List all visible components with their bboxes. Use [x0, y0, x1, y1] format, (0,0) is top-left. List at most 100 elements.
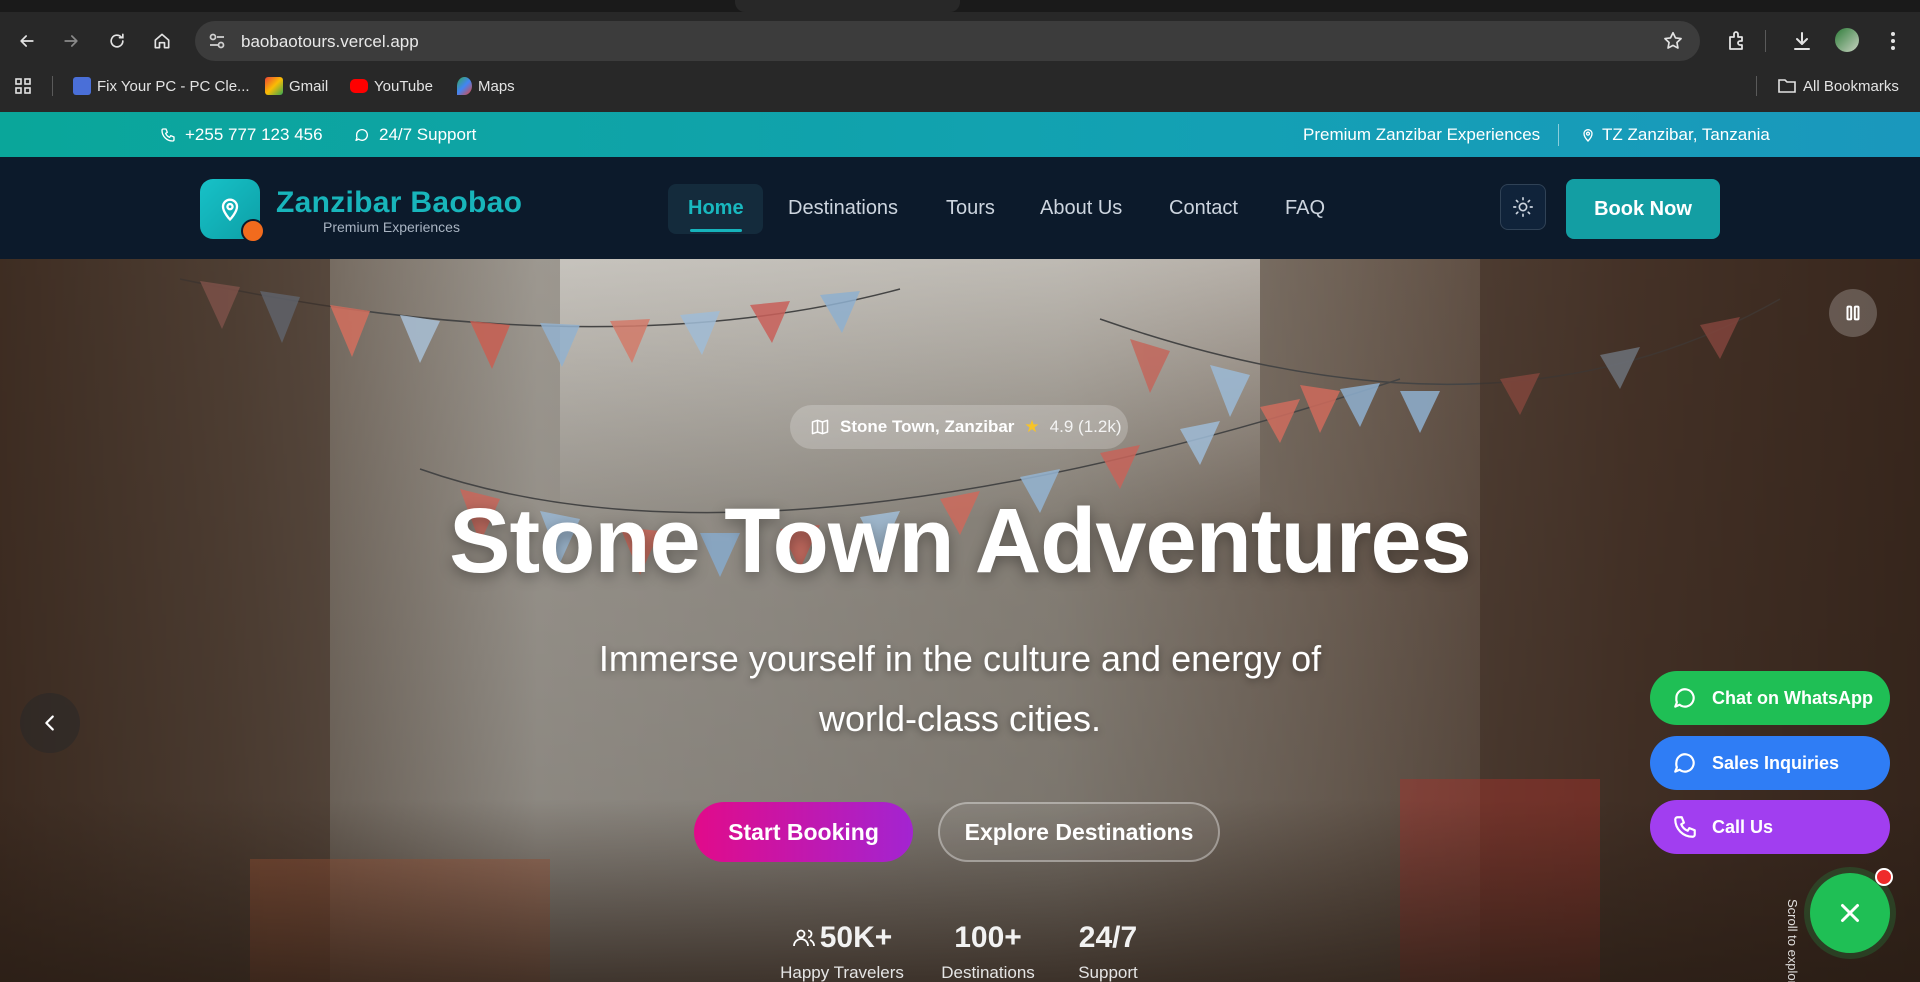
bookmark-label: YouTube [374, 77, 433, 95]
bookmark-gmail[interactable]: Gmail [265, 76, 328, 96]
address-bar[interactable]: baobaotours.vercel.app [195, 21, 1700, 61]
web-page: +255 777 123 456 24/7 Support Premium Za… [0, 112, 1920, 982]
download-icon[interactable] [1790, 29, 1814, 53]
folder-icon [1778, 79, 1796, 93]
all-bookmarks-label: All Bookmarks [1803, 77, 1899, 95]
stat-label: Destinations [941, 963, 1035, 982]
star-icon: ★ [1024, 417, 1040, 436]
stat-travelers: 50K+ Happy Travelers [772, 921, 912, 982]
nav-active-underline [690, 229, 742, 232]
reload-icon[interactable] [103, 27, 131, 55]
map-icon [811, 419, 829, 435]
location-rating: 4.9 (1.2k) [1049, 417, 1122, 436]
stat-destinations: 100+ Destinations [930, 921, 1046, 982]
bookmark-label: Maps [478, 77, 515, 95]
nav-link-about[interactable]: About Us [1040, 197, 1122, 220]
bookmarks-divider [1756, 76, 1757, 96]
tagline: Premium Zanzibar Experiences [1303, 125, 1540, 145]
logo-badge-dot [241, 219, 265, 243]
nav-link-destinations[interactable]: Destinations [788, 197, 898, 220]
whatsapp-chat-button[interactable]: Chat on WhatsApp [1650, 671, 1890, 725]
nav-link-contact[interactable]: Contact [1169, 197, 1238, 220]
call-label: Call Us [1712, 816, 1774, 837]
slideshow-pause-button[interactable] [1829, 289, 1877, 337]
pc-cleaner-icon [73, 77, 91, 95]
toolbar-divider [1765, 30, 1766, 52]
nav-link-faq[interactable]: FAQ [1285, 197, 1325, 220]
top-info-bar: +255 777 123 456 24/7 Support Premium Za… [0, 112, 1920, 157]
location-badge: Stone Town, Zanzibar ★ 4.9 (1.2k) [790, 405, 1128, 449]
pause-icon [1846, 305, 1860, 321]
map-pin-icon [221, 198, 239, 222]
whatsapp-label: Chat on WhatsApp [1712, 687, 1873, 708]
location-text: TZ Zanzibar, Tanzania [1602, 125, 1770, 144]
browser-menu-icon[interactable] [1881, 29, 1905, 53]
home-icon[interactable] [148, 27, 176, 55]
site-settings-icon[interactable] [207, 31, 227, 51]
brand-name[interactable]: Zanzibar Baobao [276, 186, 522, 220]
profile-avatar[interactable] [1835, 28, 1859, 52]
back-icon[interactable] [13, 27, 41, 55]
stat-value: 24/7 [1078, 921, 1138, 954]
map-pin-icon [1583, 129, 1593, 142]
gmail-icon [265, 77, 283, 95]
explore-destinations-button[interactable]: Explore Destinations [938, 802, 1220, 862]
start-booking-button[interactable]: Start Booking [694, 802, 913, 862]
stat-value: 100+ [954, 921, 1022, 954]
stat-value: 50K+ [819, 921, 893, 954]
users-icon [792, 929, 815, 947]
chat-bubble-icon [355, 129, 368, 141]
notification-dot [1875, 868, 1893, 886]
support-text: 24/7 Support [379, 125, 477, 144]
topbar-divider [1558, 124, 1559, 146]
active-tab[interactable] [735, 0, 960, 12]
close-icon [1841, 904, 1859, 922]
extensions-icon[interactable] [1725, 29, 1749, 53]
contact-menu-close-button[interactable] [1810, 873, 1890, 953]
phone-contact[interactable]: +255 777 123 456 [160, 125, 323, 145]
bookmark-star-icon[interactable] [1662, 30, 1684, 52]
main-navbar: Zanzibar Baobao Premium Experiences Home… [0, 157, 1920, 259]
nav-link-home[interactable]: Home [688, 197, 744, 220]
bookmarks-divider [52, 76, 53, 96]
bookmark-label: Fix Your PC - PC Cle... [97, 77, 250, 95]
support-info: 24/7 Support [354, 125, 476, 145]
youtube-icon [350, 79, 368, 93]
book-now-button[interactable]: Book Now [1566, 179, 1720, 239]
theme-toggle-button[interactable] [1500, 184, 1546, 230]
previous-slide-button[interactable] [20, 693, 80, 753]
bookmark-label: Gmail [289, 77, 329, 95]
location-info: TZ Zanzibar, Tanzania [1580, 125, 1770, 145]
whatsapp-icon [1674, 688, 1695, 708]
scroll-hint: Scroll to explore [1785, 899, 1800, 982]
brand-tagline: Premium Experiences [323, 219, 460, 235]
phone-icon [161, 128, 175, 142]
all-bookmarks[interactable]: All Bookmarks [1777, 76, 1899, 96]
hero-subtitle: Immerse yourself in the culture and ener… [598, 638, 1322, 739]
apps-grid-icon[interactable] [14, 76, 32, 96]
call-us-button[interactable]: Call Us [1650, 800, 1890, 854]
stat-label: Happy Travelers [780, 963, 904, 982]
hero-slide: Stone Town, Zanzibar ★ 4.9 (1.2k) Stone … [0, 259, 1920, 982]
bookmark-youtube[interactable]: YouTube [350, 76, 433, 96]
tagline-text: Premium Zanzibar Experiences [1303, 125, 1541, 144]
maps-icon [457, 77, 472, 95]
browser-toolbar: baobaotours.vercel.app Fix Your PC - PC … [0, 0, 1920, 112]
bookmark-maps[interactable]: Maps [457, 76, 515, 96]
chat-bubble-icon [1674, 753, 1695, 773]
bookmark-pc-cleaner[interactable]: Fix Your PC - PC Cle... [73, 76, 250, 96]
sun-icon [1513, 197, 1533, 217]
url-text: baobaotours.vercel.app [241, 32, 419, 51]
forward-icon[interactable] [57, 27, 85, 55]
nav-link-tours[interactable]: Tours [946, 197, 995, 220]
hero-title: Stone Town Adventures [449, 490, 1472, 592]
sales-label: Sales Inquiries [1712, 752, 1840, 773]
phone-icon [1674, 816, 1696, 838]
tab-strip [0, 0, 1920, 12]
stat-support: 24/7 Support [1058, 921, 1158, 982]
location-name: Stone Town, Zanzibar [840, 417, 1015, 436]
stat-label: Support [1078, 963, 1138, 982]
sales-inquiries-button[interactable]: Sales Inquiries [1650, 736, 1890, 790]
chevron-left-icon [45, 715, 54, 731]
phone-number: +255 777 123 456 [185, 125, 323, 144]
